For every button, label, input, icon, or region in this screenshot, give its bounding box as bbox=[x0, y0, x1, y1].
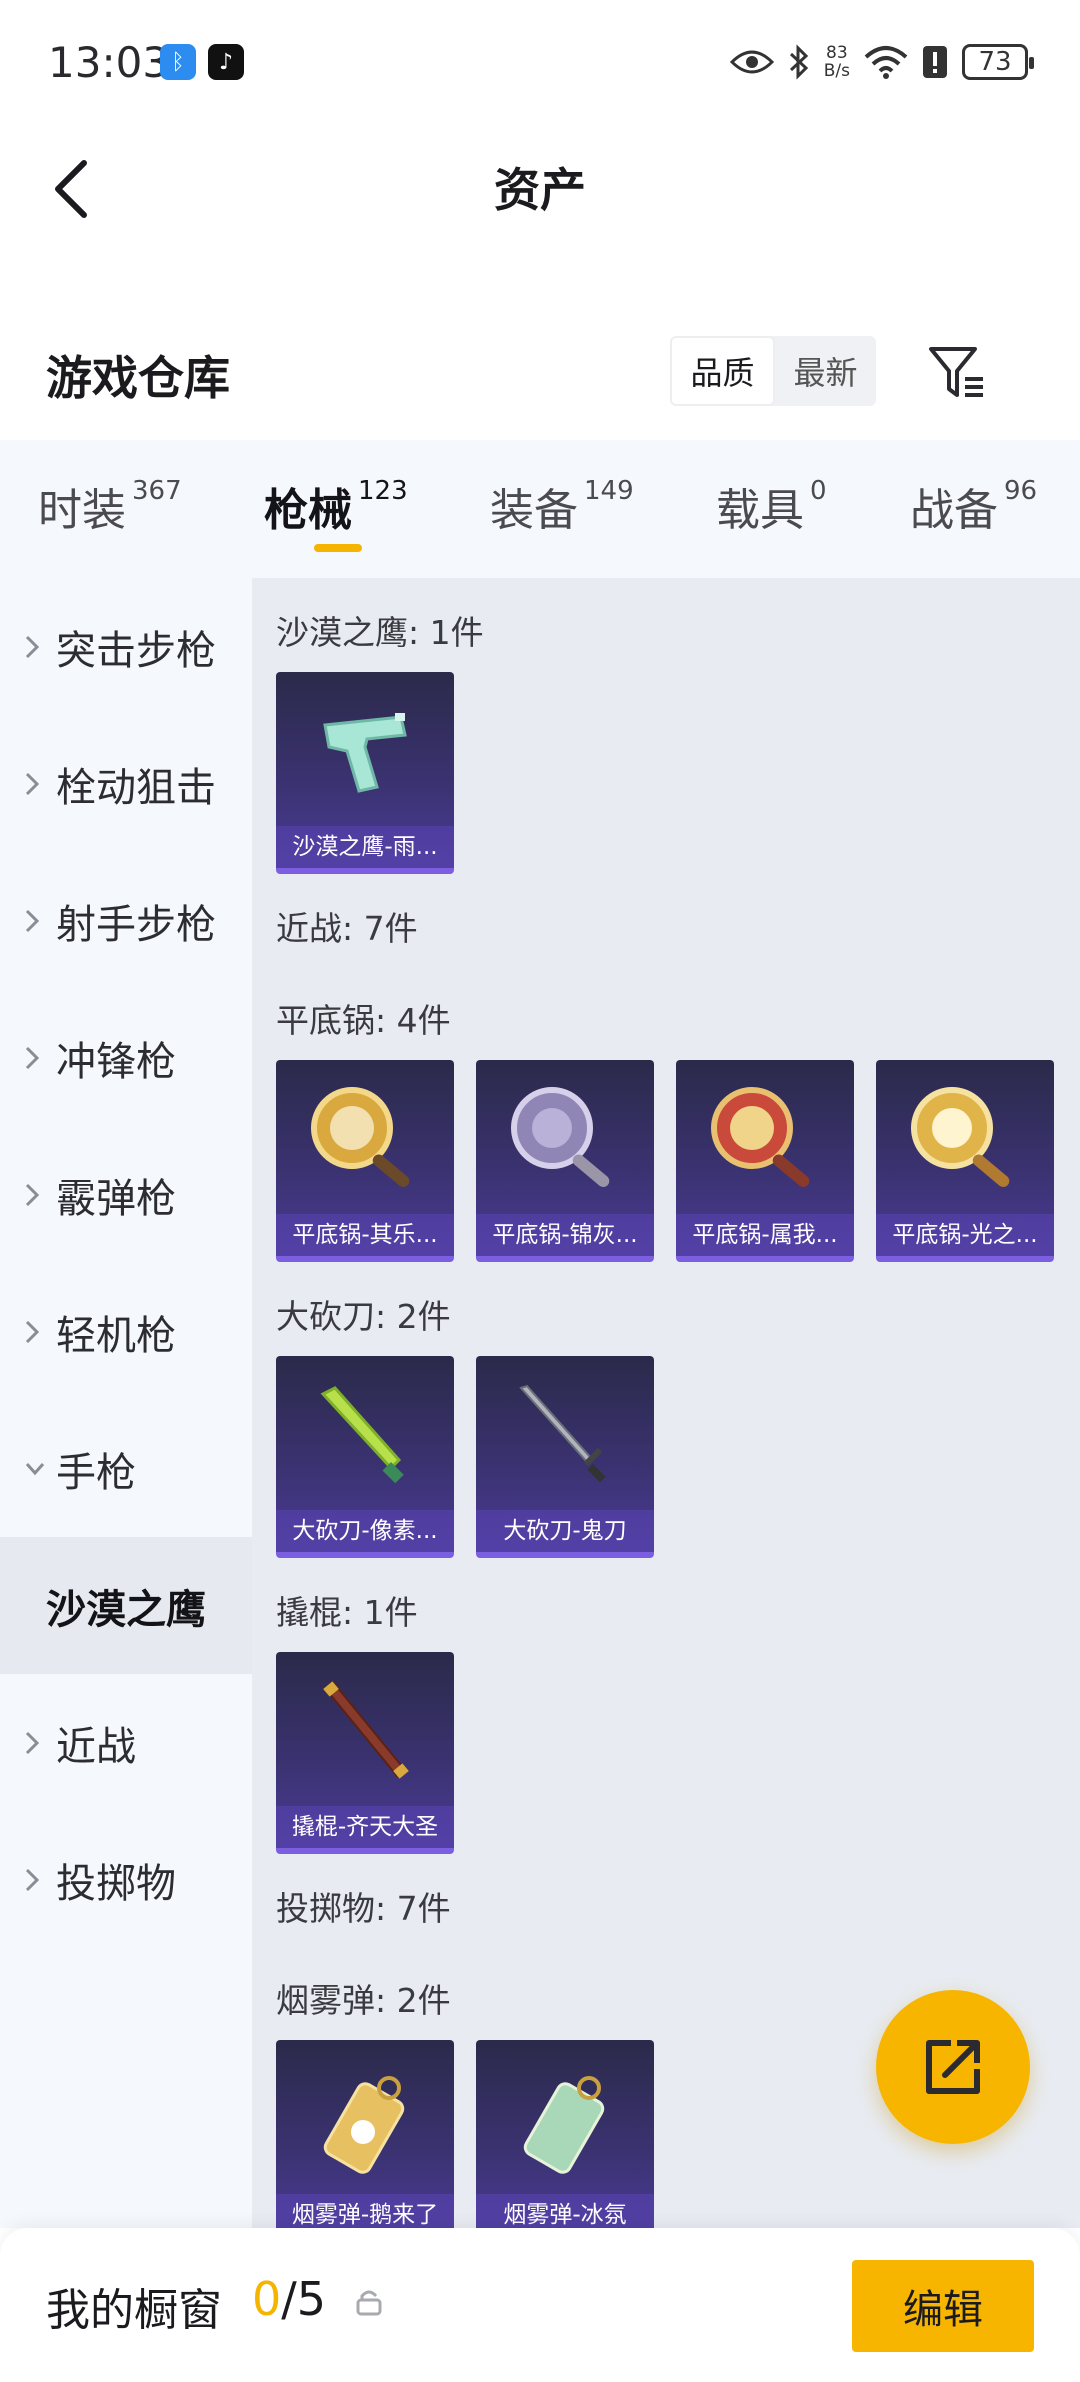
item-card[interactable]: 烟雾弹-鹅来了 bbox=[276, 2040, 454, 2228]
chevron-right-icon bbox=[24, 1182, 48, 1208]
staff-icon bbox=[276, 1652, 454, 1808]
sidebar-item-desert-eagle[interactable]: 沙漠之鹰 bbox=[0, 1537, 252, 1674]
group-label: 平底锅: 4件 bbox=[276, 1001, 451, 1040]
lock-icon bbox=[356, 2288, 382, 2320]
chevron-right-icon bbox=[24, 1730, 48, 1756]
pan-icon bbox=[276, 1060, 454, 1216]
bluetooth-app-icon: ᛒ bbox=[160, 44, 196, 80]
item-card[interactable]: 大砍刀-鬼刀 bbox=[476, 1356, 654, 1558]
wifi-icon bbox=[864, 46, 908, 79]
eye-icon bbox=[729, 50, 774, 74]
pistol-icon bbox=[276, 672, 454, 828]
sidebar-item-throwable[interactable]: 投掷物 bbox=[0, 1811, 252, 1948]
sidebar-item-smg[interactable]: 冲锋枪 bbox=[0, 989, 252, 1126]
sidebar-item-bolt-sniper[interactable]: 栓动狙击 bbox=[0, 715, 252, 852]
warehouse-bar: 游戏仓库 品质 最新 bbox=[0, 310, 1080, 440]
sort-by-quality[interactable]: 品质 bbox=[670, 336, 775, 406]
category-tabs: 时装 367 枪械 123 装备 149 载具 0 战备 96 bbox=[0, 440, 1080, 578]
group-label: 大砍刀: 2件 bbox=[276, 1297, 451, 1336]
pan-icon bbox=[476, 1060, 654, 1216]
warehouse-title: 游戏仓库 bbox=[46, 351, 230, 405]
item-card[interactable]: 烟雾弹-冰氛 bbox=[476, 2040, 654, 2228]
sidebar-item-lmg[interactable]: 轻机枪 bbox=[0, 1263, 252, 1400]
tab-vehicles[interactable]: 载具 0 bbox=[716, 474, 827, 538]
chevron-right-icon bbox=[24, 634, 48, 660]
pan-icon bbox=[876, 1060, 1054, 1216]
group-label: 近战: 7件 bbox=[276, 909, 418, 948]
chevron-right-icon bbox=[24, 1045, 48, 1071]
showcase-bar: 我的橱窗 0/5 编辑 bbox=[0, 2228, 1080, 2382]
item-card[interactable]: 平底锅-锦灰... bbox=[476, 1060, 654, 1262]
tab-fashion[interactable]: 时装 367 bbox=[38, 474, 182, 538]
item-card[interactable]: 平底锅-其乐... bbox=[276, 1060, 454, 1262]
group-label: 撬棍: 1件 bbox=[276, 1593, 418, 1632]
share-fab-button[interactable] bbox=[876, 1990, 1030, 2144]
item-card[interactable]: 撬棍-齐天大圣 bbox=[276, 1652, 454, 1854]
page-title: 资产 bbox=[494, 163, 586, 217]
chevron-right-icon bbox=[24, 771, 48, 797]
grenade-icon bbox=[276, 2040, 454, 2196]
net-speed: 83 B/s bbox=[823, 43, 850, 81]
showcase-count: 0/5 bbox=[252, 2272, 327, 2326]
showcase-title: 我的橱窗 bbox=[46, 2285, 222, 2336]
tab-supplies[interactable]: 战备 96 bbox=[910, 474, 1037, 538]
group-label: 烟雾弹: 2件 bbox=[276, 1981, 451, 2020]
sword-icon bbox=[476, 1356, 654, 1512]
item-grid: 沙漠之鹰: 1件 沙漠之鹰-雨... 近战: 7件 平底锅: 4件 平底锅-其乐… bbox=[252, 578, 1080, 2228]
status-icons: 83 B/s 73 bbox=[729, 38, 1034, 86]
sidebar-item-marksman-rifle[interactable]: 射手步枪 bbox=[0, 852, 252, 989]
sidebar-item-assault-rifle[interactable]: 突击步枪 bbox=[0, 578, 252, 715]
group-label: 沙漠之鹰: 1件 bbox=[276, 613, 484, 652]
bluetooth-icon bbox=[789, 44, 808, 80]
item-card[interactable]: 沙漠之鹰-雨... bbox=[276, 672, 454, 874]
weapon-category-sidebar: 突击步枪 栓动狙击 射手步枪 冲锋枪 霰弹枪 轻机枪 手枪 沙漠之鹰 近战 投掷… bbox=[0, 578, 252, 2228]
sort-by-newest[interactable]: 最新 bbox=[775, 336, 876, 406]
tab-equipment[interactable]: 装备 149 bbox=[490, 474, 634, 538]
chevron-right-icon bbox=[24, 1319, 48, 1345]
alert-icon bbox=[923, 46, 947, 78]
item-card[interactable]: 大砍刀-像素... bbox=[276, 1356, 454, 1558]
sidebar-item-pistol[interactable]: 手枪 bbox=[0, 1400, 252, 1537]
chevron-right-icon bbox=[24, 1867, 48, 1893]
group-label: 投掷物: 7件 bbox=[276, 1889, 451, 1928]
item-card[interactable]: 平底锅-属我... bbox=[676, 1060, 854, 1262]
active-tab-indicator bbox=[314, 544, 362, 552]
item-card[interactable]: 平底锅-光之... bbox=[876, 1060, 1054, 1262]
chevron-right-icon bbox=[24, 908, 48, 934]
tab-firearms[interactable]: 枪械 123 bbox=[264, 474, 408, 538]
pan-icon bbox=[676, 1060, 854, 1216]
app-header: 资产 bbox=[0, 124, 1080, 254]
sidebar-item-melee[interactable]: 近战 bbox=[0, 1674, 252, 1811]
grenade-icon bbox=[476, 2040, 654, 2196]
sort-toggle: 品质 最新 bbox=[670, 336, 876, 406]
filter-button[interactable] bbox=[922, 338, 992, 408]
tiktok-app-icon: ♪ bbox=[208, 44, 244, 80]
filter-icon bbox=[929, 347, 983, 397]
chevron-down-icon bbox=[24, 1461, 48, 1477]
battery-indicator: 73 bbox=[962, 44, 1034, 80]
edit-button[interactable]: 编辑 bbox=[852, 2260, 1034, 2352]
machete-icon bbox=[276, 1356, 454, 1512]
external-link-icon bbox=[926, 2040, 980, 2094]
sidebar-item-shotgun[interactable]: 霰弹枪 bbox=[0, 1126, 252, 1263]
status-time: 13:03 bbox=[48, 38, 170, 87]
status-bar: 13:03 ᛒ ♪ 83 B/s 73 bbox=[0, 0, 1080, 124]
